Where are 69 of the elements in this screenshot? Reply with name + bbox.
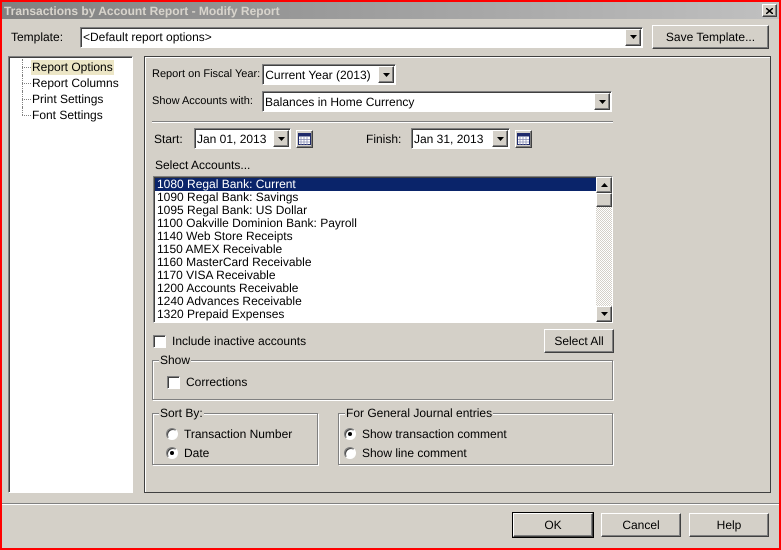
dropdown-arrow-button[interactable]: [273, 130, 289, 147]
list-item[interactable]: 1200 Accounts Receivable: [155, 282, 596, 295]
list-item[interactable]: 1100 Oakville Dominion Bank: Payroll: [155, 217, 596, 230]
dropdown-arrow-button[interactable]: [378, 66, 394, 83]
radio-label: Transaction Number: [184, 426, 292, 442]
section-label: Select Accounts...: [154, 158, 252, 172]
checkbox[interactable]: [167, 376, 180, 388]
select-all-button[interactable]: Select All: [544, 329, 614, 353]
radio-label: Date: [184, 444, 210, 462]
dialog-button[interactable]: Cancel: [601, 513, 681, 537]
list-item[interactable]: 1320 Prepaid Expenses: [155, 308, 596, 321]
tree-item[interactable]: Font Settings: [31, 108, 104, 122]
caret-icon: [600, 312, 608, 316]
list-item[interactable]: 1080 Regal Bank: Current: [155, 178, 596, 191]
finish-date-field[interactable]: Jan 31, 2013: [411, 128, 510, 149]
scroll-down-button[interactable]: [596, 306, 612, 322]
field-label: Start:: [153, 130, 184, 148]
radio-button[interactable]: [344, 446, 356, 458]
group-title: Show: [159, 353, 192, 367]
list-item[interactable]: 1095 Regal Bank: US Dollar: [155, 204, 596, 217]
dialog-button[interactable]: Help: [689, 513, 769, 537]
caret-icon: [278, 136, 284, 140]
dropdown-arrow-button[interactable]: [492, 130, 508, 147]
calendar-icon: [298, 132, 311, 144]
scroll-thumb[interactable]: [596, 193, 612, 207]
template-dropdown[interactable]: <Default report options>: [80, 26, 643, 48]
radio-button[interactable]: [166, 446, 178, 458]
caret-icon: [382, 72, 390, 76]
caret-icon: [598, 100, 606, 104]
caret-icon: [630, 35, 636, 39]
radio-label: Show transaction comment: [362, 426, 507, 442]
checkbox-label: Corrections: [186, 374, 248, 391]
radio-label: Show line comment: [362, 444, 467, 462]
close-button[interactable]: [762, 4, 777, 17]
dropdown-arrow-button[interactable]: [625, 28, 641, 46]
tree-item[interactable]: Report Columns: [31, 76, 120, 90]
calendar-icon: [517, 132, 530, 144]
tree-item[interactable]: Print Settings: [31, 92, 104, 106]
radio-button[interactable]: [344, 428, 356, 440]
list-item[interactable]: 1140 Web Store Receipts: [155, 230, 596, 243]
close-icon: [766, 8, 773, 14]
show-accounts-dropdown[interactable]: Balances in Home Currency: [262, 91, 612, 112]
save-template-button[interactable]: Save Template...: [652, 25, 769, 49]
window-title: Transactions by Account Report - Modify Report: [4, 2, 280, 20]
up-arrow-icon: [600, 183, 608, 187]
checkbox-label: Include inactive accounts: [172, 333, 306, 350]
calendar-button[interactable]: [515, 130, 532, 148]
list-item[interactable]: 1160 MasterCard Receivable: [155, 256, 596, 269]
fiscal-year-dropdown[interactable]: Current Year (2013): [262, 64, 396, 85]
start-date-field[interactable]: Jan 01, 2013: [194, 128, 291, 149]
field-label: Finish:: [366, 130, 402, 148]
field-label: Show Accounts with:: [152, 94, 254, 110]
tree-item[interactable]: Report Options: [31, 60, 114, 74]
dropdown-arrow-button[interactable]: [594, 93, 610, 110]
list-item[interactable]: 1150 AMEX Receivable: [155, 243, 596, 256]
group-title: Sort By:: [159, 406, 204, 420]
scrollbar[interactable]: [596, 177, 612, 322]
dialog-button[interactable]: OK: [513, 513, 593, 537]
caret-icon: [496, 136, 504, 140]
template-label: Template:: [11, 29, 64, 46]
checkbox[interactable]: [153, 334, 166, 348]
scroll-up-button[interactable]: [596, 177, 612, 193]
list-item[interactable]: 1170 VISA Receivable: [155, 269, 596, 282]
list-item[interactable]: 1090 Regal Bank: Savings: [155, 191, 596, 204]
calendar-button[interactable]: [296, 130, 313, 148]
list-item[interactable]: 1240 Advances Receivable: [155, 295, 596, 308]
radio-button[interactable]: [166, 428, 178, 440]
group-title: For General Journal entries: [345, 406, 494, 420]
field-label: Report on Fiscal Year:: [152, 67, 260, 82]
